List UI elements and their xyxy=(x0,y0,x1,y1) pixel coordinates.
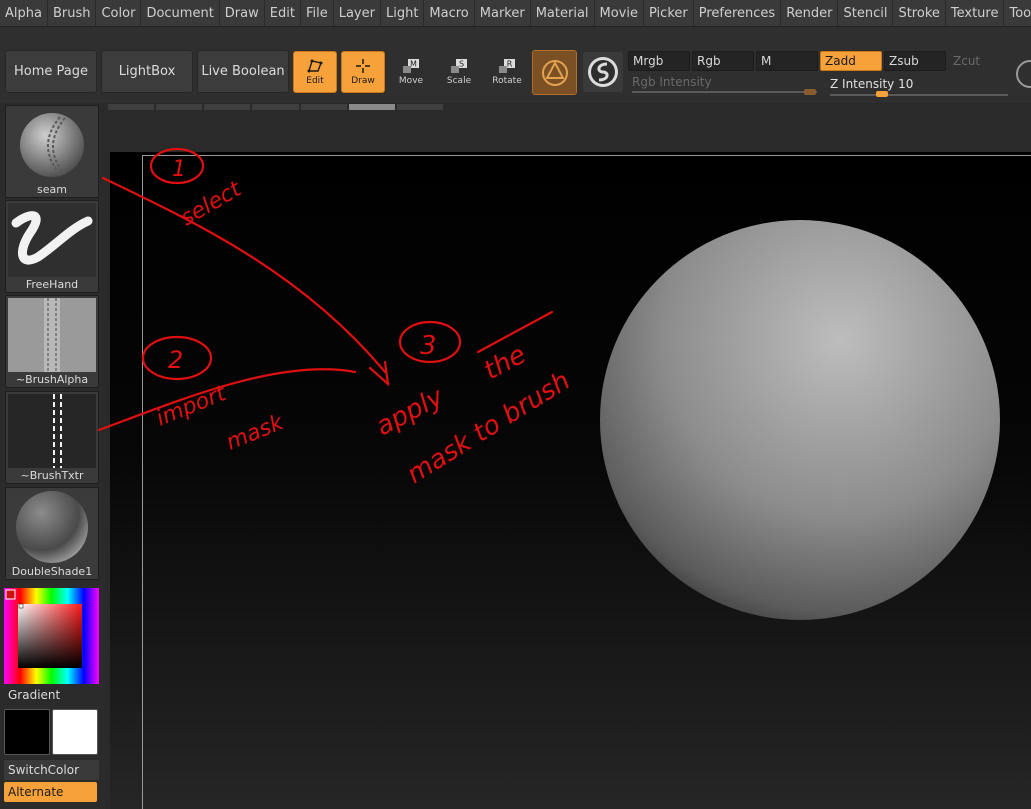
draw-icon xyxy=(356,59,370,73)
rotate-button[interactable]: R Rotate xyxy=(485,51,529,93)
z-intensity-label: Z Intensity 10 xyxy=(830,77,913,91)
scale-button[interactable]: S Scale xyxy=(437,51,481,93)
menu-item-preferences[interactable]: Preferences xyxy=(694,0,782,26)
brush-texture-icon xyxy=(8,394,96,468)
menu-item-stroke[interactable]: Stroke xyxy=(893,0,946,26)
menu-bar: Alpha Brush Color Document Draw Edit File Layer… xyxy=(0,0,1031,27)
menu-item-tool[interactable]: Tool xyxy=(1004,0,1031,26)
mrgb-button[interactable]: Mrgb xyxy=(628,51,690,71)
scale-label: Scale xyxy=(446,76,472,86)
menu-item-draw[interactable]: Draw xyxy=(220,0,265,26)
rotate-label: Rotate xyxy=(492,76,522,86)
z-intensity-handle[interactable] xyxy=(876,91,888,97)
menu-item-movie[interactable]: Movie xyxy=(595,0,644,26)
menu-item-macro[interactable]: Macro xyxy=(424,0,475,26)
edit-label: Edit xyxy=(306,76,324,86)
zcut-button[interactable]: Zcut xyxy=(948,51,1010,71)
freehand-stroke-icon xyxy=(8,203,96,277)
rotate-icon: R xyxy=(499,59,515,73)
material-button[interactable] xyxy=(532,50,577,95)
brush-thumbnail[interactable]: seam xyxy=(5,105,99,198)
alpha-name: ~BrushAlpha xyxy=(15,373,89,386)
menu-item-material[interactable]: Material xyxy=(531,0,595,26)
menu-item-document[interactable]: Document xyxy=(141,0,220,26)
doubleshade-material-icon xyxy=(8,490,96,564)
canvas-left-guide xyxy=(142,155,143,809)
draw-button[interactable]: Draw xyxy=(341,51,385,93)
edit-icon xyxy=(307,59,323,73)
secondary-color-swatch[interactable] xyxy=(52,709,98,755)
lightbox-button[interactable]: LightBox xyxy=(101,50,193,93)
seam-brush-icon xyxy=(20,113,84,177)
rgb-intensity-slider[interactable] xyxy=(632,91,817,93)
svg-text:R: R xyxy=(507,60,513,69)
color-picker-wheel xyxy=(4,588,99,684)
rgb-button[interactable]: Rgb xyxy=(692,51,754,71)
scale-icon: S xyxy=(451,59,467,73)
texture-name: ~BrushTxtr xyxy=(20,469,84,482)
gradient-label[interactable]: Gradient xyxy=(8,688,60,702)
menu-item-color[interactable]: Color xyxy=(96,0,142,26)
svg-text:M: M xyxy=(410,60,417,69)
canvas-top-guide xyxy=(142,155,1031,156)
move-icon: M xyxy=(403,59,419,73)
edit-button[interactable]: Edit xyxy=(293,51,337,93)
menu-item-texture[interactable]: Texture xyxy=(946,0,1005,26)
menu-item-file[interactable]: File xyxy=(301,0,334,26)
left-tray: seam FreeHand ~BrushAlpha ~BrushTxtr Dou… xyxy=(0,103,105,809)
menu-item-marker[interactable]: Marker xyxy=(475,0,531,26)
menu-item-light[interactable]: Light xyxy=(381,0,425,26)
material-icon xyxy=(542,60,568,86)
stroke-thumbnail[interactable]: FreeHand xyxy=(5,200,99,293)
top-shelf: Home Page LightBox Live Boolean Edit Dra… xyxy=(0,27,1031,103)
primary-color-swatch[interactable] xyxy=(4,709,50,755)
rgb-intensity-label: Rgb Intensity xyxy=(632,75,712,89)
document-scrollbar[interactable] xyxy=(108,104,443,112)
material-thumbnail[interactable]: DoubleShade1 xyxy=(5,487,99,580)
menu-item-brush[interactable]: Brush xyxy=(48,0,97,26)
color-sphere-button[interactable] xyxy=(583,52,623,92)
brush-alpha-icon xyxy=(8,298,96,372)
svg-text:S: S xyxy=(459,60,464,69)
z-intensity-slider[interactable] xyxy=(830,94,1008,96)
texture-thumbnail[interactable]: ~BrushTxtr xyxy=(5,391,99,484)
zbrush-window: Alpha Brush Color Document Draw Edit File Layer… xyxy=(0,0,1031,809)
menu-item-render[interactable]: Render xyxy=(781,0,839,26)
m-button[interactable]: M xyxy=(756,51,818,71)
home-page-button[interactable]: Home Page xyxy=(5,50,97,93)
alternate-button[interactable]: Alternate xyxy=(4,782,97,802)
menu-item-stencil[interactable]: Stencil xyxy=(838,0,894,26)
material-name: DoubleShade1 xyxy=(11,565,93,578)
switch-color-button[interactable]: SwitchColor xyxy=(4,760,99,780)
sphere-icon xyxy=(588,57,618,87)
live-boolean-button[interactable]: Live Boolean xyxy=(197,50,289,93)
draw-label: Draw xyxy=(351,76,375,86)
move-button[interactable]: M Move xyxy=(389,51,433,93)
menu-item-picker[interactable]: Picker xyxy=(644,0,694,26)
color-picker[interactable] xyxy=(4,588,99,684)
z-intensity-value: 10 xyxy=(898,77,914,91)
zsub-button[interactable]: Zsub xyxy=(884,51,946,71)
zadd-button[interactable]: Zadd xyxy=(820,51,882,71)
menu-item-layer[interactable]: Layer xyxy=(334,0,381,26)
menu-item-alpha[interactable]: Alpha xyxy=(0,0,48,26)
z-intensity-name: Z Intensity xyxy=(830,77,895,91)
document-canvas[interactable] xyxy=(110,152,1031,809)
move-label: Move xyxy=(398,76,424,86)
settings-icon[interactable] xyxy=(1016,60,1031,88)
menu-item-edit[interactable]: Edit xyxy=(265,0,301,26)
sphere-3d-object[interactable] xyxy=(598,218,1002,622)
stroke-name: FreeHand xyxy=(25,278,79,291)
brush-name: seam xyxy=(37,183,67,196)
rgb-intensity-handle[interactable] xyxy=(804,89,816,95)
alpha-thumbnail[interactable]: ~BrushAlpha xyxy=(5,295,99,388)
